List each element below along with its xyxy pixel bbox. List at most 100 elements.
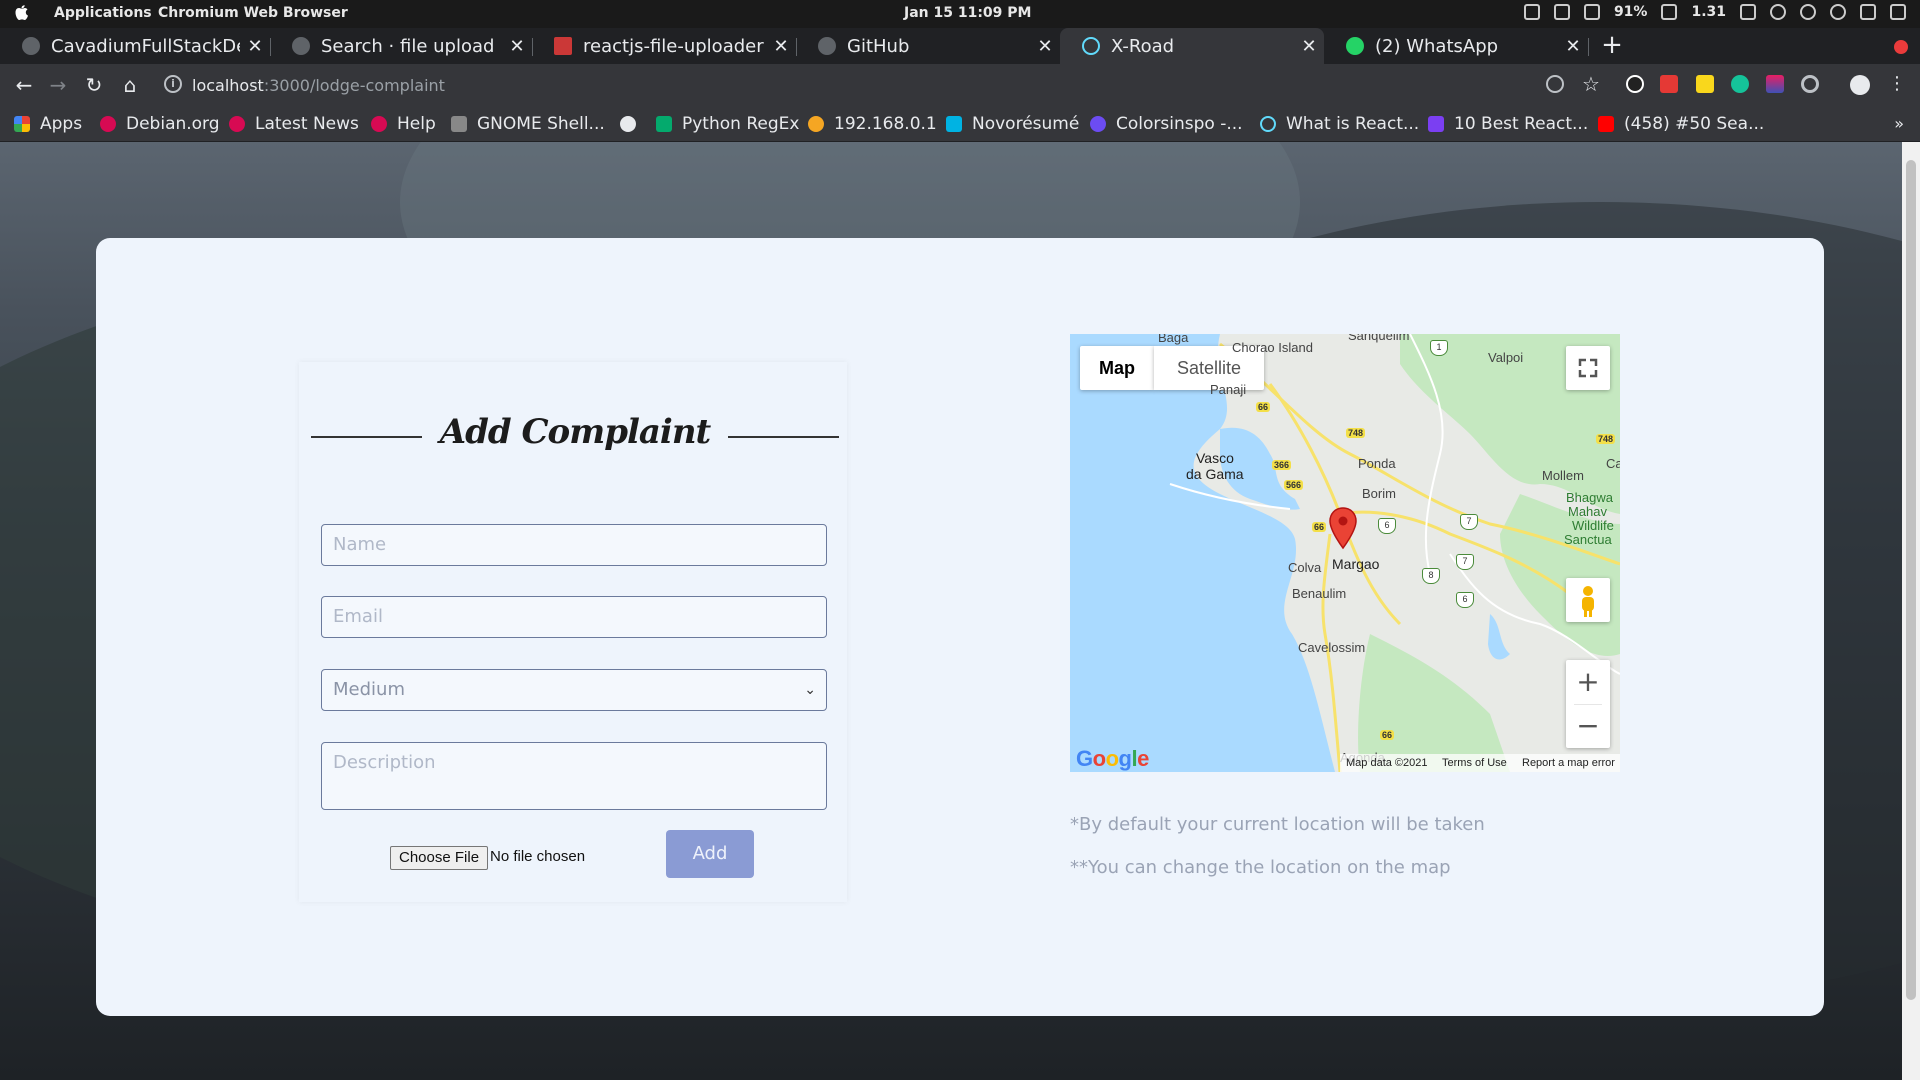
complaint-card: Add Complaint Name Email Medium ⌄ Descri…: [96, 238, 1824, 1016]
map-place: Chorao Island: [1232, 340, 1313, 355]
map-place: Mollem: [1542, 468, 1584, 483]
bookmark-debian[interactable]: Debian.org: [100, 112, 220, 136]
map-tiles[interactable]: [1070, 334, 1620, 772]
bookmark-apps[interactable]: Apps: [14, 112, 82, 136]
location-marker-icon[interactable]: [1328, 506, 1358, 550]
menu-icon[interactable]: ⋮: [1888, 75, 1906, 93]
back-icon[interactable]: ←: [12, 73, 36, 97]
map-type-map-button[interactable]: Map: [1080, 346, 1154, 390]
location-icon[interactable]: [1546, 75, 1564, 93]
wifi-icon[interactable]: [1830, 4, 1846, 20]
router-icon: [808, 116, 824, 132]
extension-icon[interactable]: [1696, 75, 1714, 93]
close-icon[interactable]: ✕: [1294, 36, 1324, 57]
email-input[interactable]: Email: [321, 596, 827, 638]
map-place: Wildlife: [1572, 518, 1614, 533]
tab-cavadium[interactable]: CavadiumFullStackDemo ✕: [0, 28, 270, 64]
tab-x-road[interactable]: X-Road ✕: [1060, 28, 1324, 64]
bookmark-novoresume[interactable]: Novorésumé: [946, 112, 1079, 136]
forward-icon[interactable]: →: [46, 73, 70, 97]
location-note-default: *By default your current location will b…: [1070, 814, 1485, 835]
map-place: Baga: [1158, 334, 1189, 345]
bookmark-python-regex[interactable]: Python RegEx: [656, 112, 799, 136]
bookmark-latest-news[interactable]: Latest News: [229, 112, 359, 136]
tab-npm[interactable]: reactjs-file-uploader - npm ✕: [532, 28, 796, 64]
extension-icon[interactable]: [1660, 75, 1678, 93]
bookmark-globe[interactable]: [620, 112, 646, 136]
road-shield: 6: [1456, 592, 1474, 608]
apple-icon[interactable]: [14, 4, 30, 22]
description-textarea[interactable]: Description: [321, 742, 827, 810]
profile-avatar-icon[interactable]: [1850, 75, 1870, 95]
site-info-icon[interactable]: i: [164, 75, 182, 93]
pegman-icon: [1582, 586, 1594, 617]
github-icon: [818, 37, 836, 55]
page-scrollbar[interactable]: [1902, 142, 1920, 1080]
tab-github[interactable]: GitHub ✕: [796, 28, 1060, 64]
display-icon[interactable]: [1661, 4, 1678, 20]
bookmark-best-react[interactable]: 10 Best React...: [1428, 112, 1588, 136]
terms-of-use-link[interactable]: Terms of Use: [1442, 754, 1507, 772]
w3schools-icon: [656, 116, 672, 132]
bookmark-help[interactable]: Help: [371, 112, 436, 136]
tab-whatsapp[interactable]: (2) WhatsApp ✕: [1324, 28, 1588, 64]
close-icon[interactable]: ✕: [766, 36, 796, 57]
novoresume-icon: [946, 116, 962, 132]
road-shield: 366: [1272, 460, 1292, 470]
accessibility-icon[interactable]: [1770, 4, 1786, 20]
bookmark-youtube[interactable]: (458) #50 Sea...: [1598, 112, 1764, 136]
bookmark-router[interactable]: 192.168.0.1: [808, 112, 937, 136]
extension-icon[interactable]: [1766, 75, 1784, 93]
location-map[interactable]: Map Satellite + − Baga Chorao Island San…: [1070, 334, 1620, 772]
active-app-name[interactable]: Chromium Web Browser: [158, 5, 348, 21]
new-tab-button[interactable]: +: [1598, 30, 1626, 60]
map-place: Colva: [1288, 560, 1322, 575]
tab-label: (2) WhatsApp: [1375, 35, 1499, 57]
debian-icon: [371, 116, 387, 132]
street-view-pegman[interactable]: [1566, 578, 1610, 622]
map-place: Benaulim: [1292, 586, 1347, 601]
bookmark-colorsinspo[interactable]: Colorsinspo -...: [1090, 112, 1243, 136]
extension-icon[interactable]: [1801, 75, 1819, 93]
extension-icon[interactable]: [1626, 75, 1644, 93]
url-text[interactable]: localhost:3000/lodge-complaint: [192, 76, 445, 95]
screens-icon[interactable]: [1740, 4, 1756, 20]
tab-search-file-upload[interactable]: Search · file upload ✕: [270, 28, 532, 64]
lock-icon[interactable]: [1553, 4, 1570, 20]
address-bar[interactable]: i localhost:3000/lodge-complaint: [156, 69, 1536, 101]
road-shield: 66: [1380, 730, 1395, 740]
choose-file-button[interactable]: Choose File: [390, 846, 489, 870]
grammarly-icon[interactable]: [1731, 75, 1749, 93]
more-bookmarks-icon[interactable]: »: [1894, 114, 1904, 133]
brightness-icon[interactable]: [1800, 4, 1816, 20]
battery-icon[interactable]: [1583, 4, 1600, 20]
close-icon[interactable]: ✕: [240, 36, 270, 57]
map-place: Borim: [1362, 486, 1396, 501]
close-icon[interactable]: ✕: [1030, 36, 1060, 57]
fullscreen-button[interactable]: [1566, 346, 1610, 390]
map-place: Bhagwa: [1566, 490, 1613, 505]
clock[interactable]: Jan 15 11:09 PM: [904, 5, 1031, 21]
power-icon[interactable]: [1890, 4, 1906, 20]
name-input[interactable]: Name: [321, 524, 827, 566]
react-icon: [1082, 37, 1100, 55]
bookmark-gnome-shell[interactable]: GNOME Shell...: [451, 112, 605, 136]
colorsinspo-icon: [1090, 116, 1106, 132]
add-button[interactable]: Add: [666, 830, 754, 878]
reload-icon[interactable]: ↻: [82, 73, 106, 97]
close-icon[interactable]: ✕: [502, 36, 532, 57]
close-icon[interactable]: ✕: [1558, 36, 1588, 57]
report-map-error-link[interactable]: Report a map error: [1522, 754, 1615, 772]
priority-select[interactable]: Medium ⌄: [321, 669, 827, 711]
map-place-margao: Margao: [1332, 556, 1380, 572]
zoom-in-button[interactable]: +: [1566, 660, 1610, 704]
scrollbar-thumb[interactable]: [1906, 160, 1916, 1000]
google-logo: Google: [1076, 746, 1149, 771]
bookmark-star-icon[interactable]: ☆: [1582, 74, 1600, 94]
bookmark-what-is-react[interactable]: What is React...: [1260, 112, 1419, 136]
home-icon[interactable]: ⌂: [118, 73, 142, 97]
workspace-icon[interactable]: [1523, 4, 1540, 20]
volume-icon[interactable]: [1860, 4, 1876, 20]
zoom-out-button[interactable]: −: [1566, 704, 1610, 748]
applications-menu[interactable]: Applications: [54, 5, 152, 21]
